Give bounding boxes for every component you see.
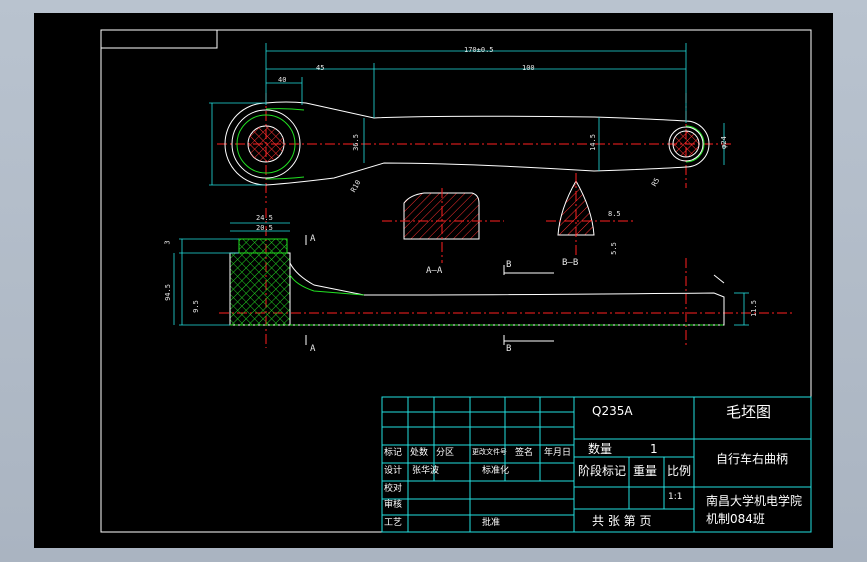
dim-9: 9.5: [191, 300, 200, 313]
crank-side-view: [219, 208, 794, 348]
tb-part-name: 自行车右曲柄: [716, 452, 789, 466]
dim-3: 3: [163, 240, 172, 245]
tb-weight-label: 重量: [633, 464, 658, 478]
tb-quantity-label: 数量: [588, 442, 613, 456]
dim-94: 94.5: [163, 284, 172, 301]
tb-process-label: 工艺: [384, 518, 403, 528]
cad-viewport[interactable]: 170±0.5 45 100 40 36.5 14.5 φ24 R10 R5 2…: [34, 13, 833, 548]
tb-review-label: 审核: [384, 500, 403, 510]
tb-school-1: 南昌大学机电学院: [706, 494, 803, 508]
tb-sheet: 共 张 第 页: [592, 514, 652, 528]
dim-5: 5.5: [609, 242, 618, 255]
tb-h5: 年月日: [544, 448, 572, 458]
tb-h4: 签名: [515, 448, 534, 458]
tb-drawing-type: 毛坯图: [726, 403, 772, 421]
dim-11: 11.5: [749, 300, 758, 317]
dim-45: 45: [316, 64, 325, 72]
marker-b-top: B: [506, 260, 512, 270]
dim-100: 100: [522, 64, 535, 72]
right-bore: [672, 130, 700, 158]
section-a-a: [382, 188, 504, 263]
tb-scale-value: 1:1: [668, 492, 683, 502]
tb-design-label: 设计: [384, 466, 403, 476]
cut-markers: [305, 235, 554, 345]
tb-h3: 更改文件号: [472, 448, 507, 456]
label-a-a: A—A: [426, 266, 443, 276]
dim-overall: 170±0.5: [464, 46, 494, 54]
tb-std-label: 标准化: [482, 466, 510, 476]
tb-school-2: 机制084班: [706, 512, 765, 526]
dim-14: 14.5: [588, 134, 597, 151]
marker-a-top: A: [310, 234, 316, 244]
section-b-b: [546, 173, 634, 258]
marker-a-bottom: A: [310, 344, 316, 354]
side-arm: [230, 262, 725, 326]
drawing-frame: [100, 29, 812, 533]
dim-36: 36.5: [351, 134, 360, 151]
dim-phi24: φ24: [719, 136, 728, 149]
corner-box: [100, 29, 218, 49]
tb-h1: 处数: [410, 448, 429, 458]
dim-40: 40: [278, 76, 287, 84]
top-dimensions: [209, 43, 725, 186]
label-b-b: B—B: [562, 258, 579, 268]
left-bore-hatch: [248, 126, 284, 162]
tb-material: Q235A: [592, 404, 633, 418]
side-boss-top: [238, 238, 288, 254]
tb-stage-label: 阶段标记: [578, 464, 627, 478]
dim-8: 8.5: [608, 210, 621, 218]
tb-approve-label: 批准: [482, 518, 501, 528]
side-boss: [229, 252, 291, 326]
section-b-shape: [557, 179, 595, 236]
tb-quantity-value: 1: [650, 442, 658, 456]
marker-b-bottom: B: [506, 344, 512, 354]
dim-20: 20.5: [256, 224, 273, 232]
dim-24: 24.5: [256, 214, 273, 222]
tb-designer: 张华波: [412, 466, 440, 476]
tb-check-label: 校对: [384, 484, 403, 494]
tb-h2: 分区: [436, 448, 455, 458]
tb-scale-label: 比例: [667, 464, 692, 478]
tb-h0: 标记: [384, 448, 403, 458]
